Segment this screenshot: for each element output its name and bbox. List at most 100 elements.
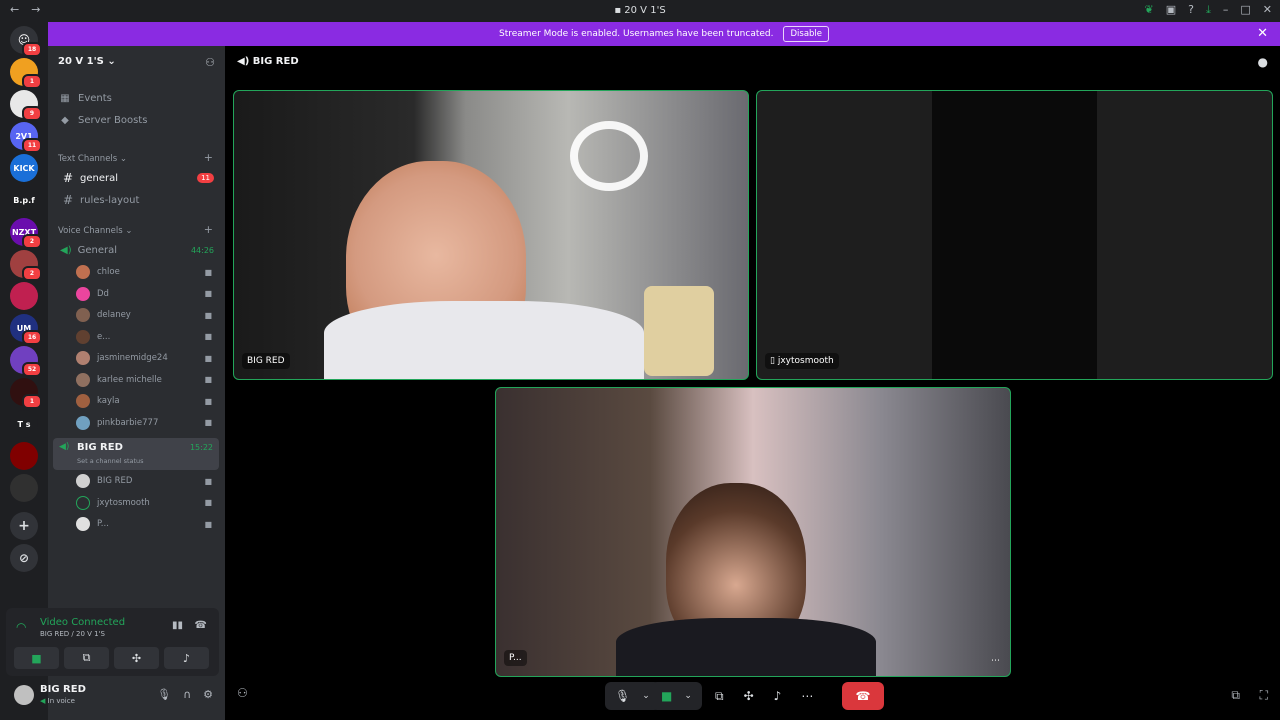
voice-user[interactable]: jasminemidge24 ■ (76, 348, 218, 368)
screenshare-icon[interactable]: ⧉ (715, 689, 724, 704)
voice-channel-general[interactable]: ◀) General 44:26 (56, 241, 218, 259)
home-button[interactable]: ☺ 18 (10, 26, 42, 57)
server-icon[interactable]: 1 (10, 378, 42, 409)
speaker-icon: ◀ (40, 697, 46, 705)
voice-user[interactable]: pinkbarbie777 ■ (76, 413, 218, 433)
voice-user[interactable]: e... ■ (76, 327, 218, 347)
voice-user[interactable]: karlee michelle ■ (76, 370, 218, 390)
close-banner-icon[interactable]: ✕ (1257, 26, 1268, 41)
server-icon[interactable] (10, 282, 38, 310)
server-icon[interactable]: NZXT 2 (10, 218, 42, 249)
close-icon[interactable]: ✕ (1263, 3, 1272, 17)
soundboard-button[interactable]: ♪ (164, 647, 209, 669)
server-icon[interactable]: KICK (10, 154, 38, 182)
banner-text: Streamer Mode is enabled. Usernames have… (498, 29, 774, 39)
server-boosts-item[interactable]: ◆ Server Boosts (48, 110, 225, 130)
voice-user[interactable]: Dd ■ (76, 284, 218, 304)
events-item[interactable]: ▦ Events (48, 88, 225, 108)
username[interactable]: BIG RED (40, 684, 86, 695)
disable-button[interactable]: Disable (783, 26, 830, 42)
headphones-icon[interactable]: ∩ (183, 688, 191, 701)
signal-icon[interactable]: ◠ (16, 620, 26, 634)
voice-status-title[interactable]: Video Connected (40, 617, 125, 628)
video-tile-big-red[interactable]: BIG RED (233, 90, 749, 380)
inbox-icon[interactable]: ▣ (1166, 3, 1176, 17)
hash-icon: # (62, 193, 74, 207)
chat-icon[interactable]: ● (1258, 55, 1268, 69)
camera-button[interactable]: ■ (14, 647, 59, 669)
voice-user[interactable]: jxytosmooth ■ (76, 493, 218, 513)
light-ring-shape (570, 121, 648, 191)
server-icon[interactable]: T s (10, 410, 38, 438)
camera-icon: ■ (31, 651, 42, 665)
video-tile-p[interactable]: P... ⋯ (495, 387, 1011, 677)
voice-user[interactable]: delaney ■ (76, 305, 218, 325)
activities-icon: ✣ (131, 651, 142, 665)
voice-user[interactable]: BIG RED ■ (76, 471, 218, 491)
server-icon[interactable]: B.p.f (10, 186, 38, 214)
activities-button[interactable]: ✣ (114, 647, 159, 669)
video-tile-jxytosmooth[interactable]: ▯ jxytosmooth (756, 90, 1273, 380)
chevron-down-icon[interactable]: ⌄ (642, 691, 650, 701)
chevron-down-icon[interactable]: ⌄ (684, 691, 692, 701)
camera-icon: ■ (204, 418, 216, 427)
server-icon[interactable]: 9 (10, 90, 42, 121)
speaker-icon: ◀) (237, 56, 250, 67)
popout-icon[interactable]: ⧉ (1231, 688, 1240, 703)
leaf-icon[interactable]: ❦ (1145, 3, 1154, 17)
video-area: ◀) BIG RED ● BIG RED ▯ jxytosmooth P... … (225, 46, 1280, 720)
server-icon[interactable]: UM 16 (10, 314, 42, 345)
screenshare-button[interactable]: ⧉ (64, 647, 109, 669)
mic-icon[interactable]: 🎙 (615, 689, 630, 703)
soundboard-icon[interactable]: ♪ (774, 689, 782, 703)
more-icon[interactable]: ⋯ (801, 689, 813, 703)
voice-user[interactable]: chloe ■ (76, 262, 218, 282)
channel-general[interactable]: # general 11 (56, 168, 218, 188)
help-icon[interactable]: ? (1188, 3, 1194, 17)
voice-channel-big-red[interactable]: ◀) BIG RED 15:22 Set a channel status (53, 438, 219, 470)
hoodie-shape (616, 618, 876, 676)
server-icon[interactable] (10, 442, 38, 470)
server-icon[interactable]: 2 (10, 250, 42, 281)
more-options-icon[interactable]: ⋯ (991, 656, 1000, 666)
invite-icon[interactable]: ⚇ (205, 56, 215, 69)
avatar[interactable] (14, 685, 34, 705)
maximize-icon[interactable]: □ (1240, 3, 1250, 17)
server-icon[interactable]: 1 (10, 58, 42, 89)
hash-icon: # (62, 171, 74, 185)
camera-group[interactable]: ■ ⌄ (651, 682, 702, 710)
channel-rules-layout[interactable]: # rules-layout (56, 190, 218, 210)
add-text-channel-icon[interactable]: + (204, 151, 213, 164)
mention-badge: 1 (22, 394, 42, 409)
unread-badge: 11 (197, 173, 214, 183)
speaker-icon: ◀) (59, 442, 70, 452)
soundwave-icon[interactable]: ▮▮ (172, 620, 183, 631)
camera-icon[interactable]: ■ (661, 689, 672, 703)
settings-icon[interactable]: ⚙ (203, 688, 213, 701)
disconnect-icon[interactable]: ☎ (195, 620, 207, 631)
server-label: B.p.f (13, 195, 35, 205)
voice-channels-category[interactable]: Voice Channels ⌄ (58, 226, 132, 236)
window-controls: ❦ ▣ ? ⤓ – □ ✕ (1145, 3, 1272, 17)
server-icon[interactable]: 52 (10, 346, 42, 377)
channel-status[interactable]: Set a channel status (77, 457, 144, 465)
calendar-icon: ▦ (60, 92, 70, 104)
server-icon[interactable] (10, 474, 38, 502)
fullscreen-icon[interactable]: ⛶ (1260, 688, 1268, 703)
add-voice-channel-icon[interactable]: + (204, 223, 213, 236)
voice-user[interactable]: kayla ■ (76, 391, 218, 411)
activities-icon[interactable]: ✣ (744, 689, 754, 703)
voice-user[interactable]: P... ■ (76, 514, 218, 534)
download-icon[interactable]: ⤓ (1206, 3, 1211, 17)
server-icon[interactable]: 2V1 11 (10, 122, 42, 153)
minimize-icon[interactable]: – (1223, 3, 1229, 17)
text-channels-category[interactable]: Text Channels ⌄ (58, 154, 127, 164)
discover-icon[interactable]: ⊘ (10, 544, 38, 572)
server-name[interactable]: 20 V 1'S ⌄ (58, 56, 116, 67)
leave-call-button[interactable]: ☎ (842, 682, 884, 710)
avatar (76, 372, 90, 387)
add-server-icon[interactable]: + (10, 512, 38, 540)
mic-icon[interactable]: 🎙 (157, 688, 171, 701)
home-badge: 18 (22, 42, 42, 57)
mention-badge: 16 (22, 330, 42, 345)
